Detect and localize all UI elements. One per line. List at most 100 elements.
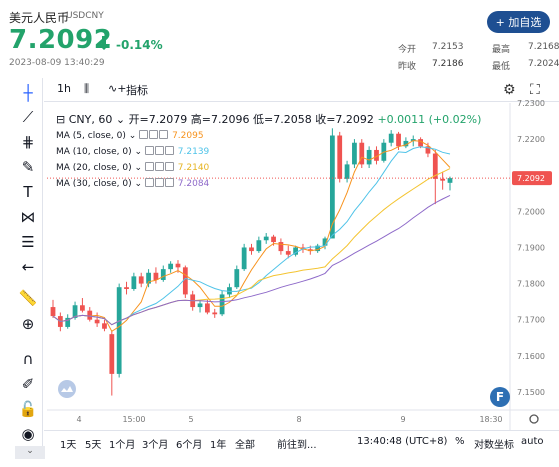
x-tick-label: 18:30 xyxy=(479,415,502,424)
candle-body xyxy=(366,149,372,165)
price-chart[interactable]: 7.2300 7.2200 7.2000 7.1900 7.1800 7.1700 7.16… xyxy=(0,0,559,467)
legend-high: 高=7.2096 xyxy=(190,113,250,126)
ma20-dropdown-icon[interactable]: ⌄ xyxy=(134,163,142,173)
candle-body xyxy=(50,307,56,317)
ohlc-legend: ⊟ CNY, 60 ⌄ 开=7.2079 高=7.2096 低=7.2058 收… xyxy=(56,111,481,127)
ma30-remove-icon[interactable] xyxy=(164,178,174,187)
candle-body xyxy=(109,334,115,374)
range-6m[interactable]: 6个月 xyxy=(176,436,202,451)
candle-body xyxy=(87,310,93,320)
legend-collapse-icon[interactable]: ⊟ xyxy=(56,113,65,126)
ma30-dropdown-icon[interactable]: ⌄ xyxy=(134,179,142,189)
ma30-legend: MA (30, close, 0) ⌄ 7.2084 xyxy=(56,178,209,189)
y-tick-label: 7.2200 xyxy=(517,135,545,144)
legend-low: 低=7.2058 xyxy=(253,113,312,126)
x-tick-label: 15:00 xyxy=(122,415,145,424)
candle-body xyxy=(256,240,262,252)
legend-change: +0.0011 (+0.02%) xyxy=(377,113,482,126)
axis-settings-icon xyxy=(529,414,539,424)
candle-body xyxy=(278,242,284,252)
candle-body xyxy=(175,263,181,268)
candle-body xyxy=(249,247,254,252)
ma10-label: MA (10, close, 0) xyxy=(56,147,132,157)
candle-body xyxy=(204,303,210,313)
ma10-visibility-icon[interactable] xyxy=(144,146,154,155)
tv-logo-icon xyxy=(58,380,76,398)
f-badge-letter: F xyxy=(496,390,504,404)
candle-body xyxy=(271,236,276,243)
y-tick-label: 7.2000 xyxy=(517,207,545,216)
x-tick-label: 5 xyxy=(188,415,193,424)
ma30-visibility-icon[interactable] xyxy=(144,178,154,187)
candle-body xyxy=(219,294,225,315)
clock-time: 13:40:48 (UTC+8) xyxy=(357,436,448,447)
percent-toggle[interactable]: % xyxy=(455,436,465,447)
y-tick-label: 7.1700 xyxy=(517,316,545,325)
goto-date-button[interactable]: 前往到... xyxy=(277,436,317,451)
range-3m[interactable]: 3个月 xyxy=(142,436,168,451)
ma20-settings-icon[interactable] xyxy=(154,162,164,171)
legend-settings-icon[interactable]: ⌄ xyxy=(116,113,125,126)
range-all[interactable]: 全部 xyxy=(235,436,255,451)
ma10-value: 7.2139 xyxy=(177,147,210,157)
y-tick-label: 7.1500 xyxy=(517,388,545,397)
x-tick-label: 4 xyxy=(76,415,81,424)
candle-body xyxy=(352,142,357,165)
ma5-visibility-icon[interactable] xyxy=(139,130,149,139)
candle-body xyxy=(396,133,401,147)
bottom-toolbar: 1天 5天 1个月 3个月 6个月 1年 全部 前往到... 13:40:48 … xyxy=(44,430,559,454)
range-5d[interactable]: 5天 xyxy=(85,436,101,451)
ma5-dropdown-icon[interactable]: ⌄ xyxy=(129,131,137,141)
ma20-remove-icon[interactable] xyxy=(164,162,174,171)
candle-body xyxy=(160,269,166,280)
ma20-visibility-icon[interactable] xyxy=(144,162,154,171)
candle-body xyxy=(168,263,174,270)
ma30-label: MA (30, close, 0) xyxy=(56,179,132,189)
candle-body xyxy=(131,276,137,290)
ma20-legend: MA (20, close, 0) ⌄ 7.2140 xyxy=(56,162,209,173)
ma10-legend: MA (10, close, 0) ⌄ 7.2139 xyxy=(56,146,209,157)
ma10-remove-icon[interactable] xyxy=(164,146,174,155)
candle-body xyxy=(197,303,203,308)
range-1m[interactable]: 1个月 xyxy=(109,436,135,451)
y-tick-label: 7.1800 xyxy=(517,280,545,289)
ma30-settings-icon[interactable] xyxy=(154,178,164,187)
candle-body xyxy=(138,276,144,284)
candle-body xyxy=(388,133,394,143)
candle-body xyxy=(80,305,85,311)
ma30-value: 7.2084 xyxy=(177,179,210,189)
candle-body xyxy=(234,269,240,288)
candle-body xyxy=(102,323,107,329)
ma-line xyxy=(52,194,451,326)
candle-body xyxy=(337,135,343,179)
ma5-label: MA (5, close, 0) xyxy=(56,131,126,141)
y-tick-label: 7.1900 xyxy=(517,243,545,252)
ma10-settings-icon[interactable] xyxy=(154,146,164,155)
candle-body xyxy=(447,178,453,183)
ma5-remove-icon[interactable] xyxy=(159,130,169,139)
log-scale-toggle[interactable]: 对数坐标 xyxy=(474,436,514,451)
candle-body xyxy=(344,164,350,179)
range-1y[interactable]: 1年 xyxy=(210,436,226,451)
candle-body xyxy=(116,287,122,374)
last-price-label: 7.2092 xyxy=(517,174,545,183)
y-tick-label: 7.2300 xyxy=(517,99,545,108)
ma20-value: 7.2140 xyxy=(177,163,210,173)
ma5-settings-icon[interactable] xyxy=(149,130,159,139)
ma10-dropdown-icon[interactable]: ⌄ xyxy=(134,147,142,157)
candle-body xyxy=(263,236,269,241)
range-1d[interactable]: 1天 xyxy=(60,436,76,451)
legend-symbol: CNY, 60 xyxy=(68,113,113,126)
x-tick-label: 9 xyxy=(400,415,405,424)
ma5-legend: MA (5, close, 0) ⌄ 7.2095 xyxy=(56,130,204,141)
legend-open: 开=7.2079 xyxy=(128,113,188,126)
candle-body xyxy=(212,312,218,315)
auto-scale-toggle[interactable]: auto xyxy=(521,436,544,447)
ma5-value: 7.2095 xyxy=(172,131,204,141)
candle-body xyxy=(94,319,100,324)
candle-body xyxy=(241,247,247,270)
candle-body xyxy=(124,287,129,290)
ma-line xyxy=(52,146,451,326)
x-tick-label: 8 xyxy=(296,415,301,424)
candle-body xyxy=(440,178,446,181)
